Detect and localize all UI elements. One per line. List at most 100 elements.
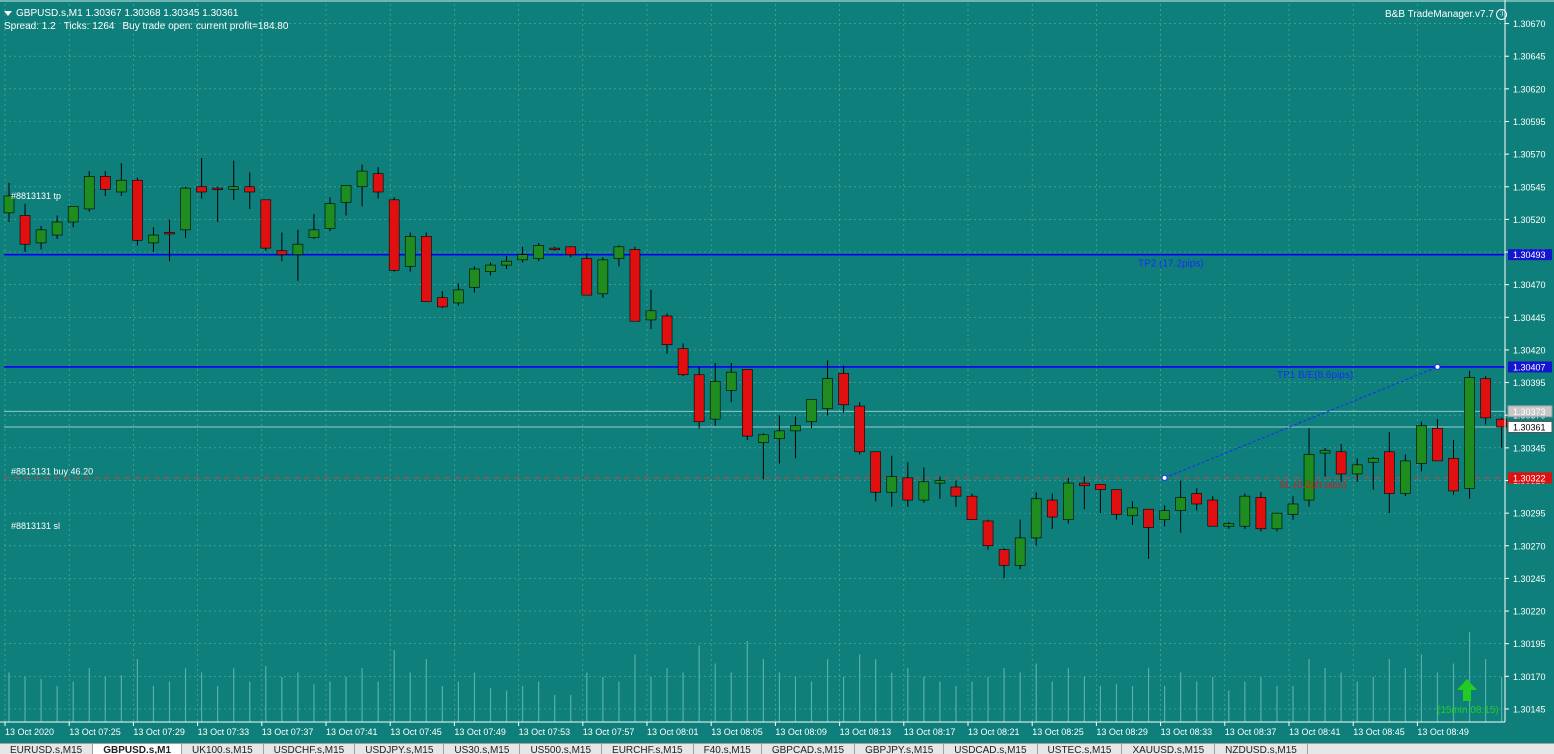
bull-candle-body xyxy=(67,206,79,223)
bull-candle-body xyxy=(645,310,657,321)
bull-candle-body xyxy=(228,186,239,190)
x-tick-label: 13 Oct 08:33 xyxy=(1161,727,1213,737)
candle xyxy=(1127,501,1138,525)
x-tick-label: 13 Oct 07:41 xyxy=(326,727,378,737)
candle xyxy=(1400,454,1411,497)
bull-candle-body xyxy=(292,243,304,255)
y-tick-label: 1.30195 xyxy=(1513,639,1546,649)
x-tick-label: 13 Oct 08:29 xyxy=(1096,727,1148,737)
candle xyxy=(661,313,673,354)
candle xyxy=(132,177,143,246)
candle xyxy=(581,253,593,296)
bull-candle-body xyxy=(774,430,785,440)
candle xyxy=(3,182,15,223)
candle xyxy=(1448,440,1459,495)
candle xyxy=(260,199,272,251)
candle xyxy=(372,167,384,199)
y-tick-label: 1.30520 xyxy=(1513,215,1546,225)
bull-candle-body xyxy=(180,187,191,231)
collapse-triangle-icon[interactable] xyxy=(4,10,12,16)
bull-candle-body xyxy=(340,185,352,203)
candle xyxy=(934,476,946,499)
bear-candle-body xyxy=(420,236,432,302)
bull-candle-body xyxy=(308,229,320,238)
candle xyxy=(998,548,1010,579)
bear-candle-body xyxy=(1448,457,1459,492)
bull-candle-body xyxy=(1319,450,1331,454)
bull-candle-body xyxy=(1416,425,1427,464)
price-chart[interactable]: TP2 (17.2pips) TP1 B/E(8.6pips) SL (0.2pft… xyxy=(0,0,1554,743)
bear-candle-body xyxy=(1335,451,1347,475)
order-lines xyxy=(4,253,1505,479)
candle xyxy=(1432,419,1443,462)
bull-candle-body xyxy=(1030,498,1042,539)
bear-candle-body xyxy=(1432,427,1443,462)
bull-candle-body xyxy=(404,236,416,267)
y-tick-label: 1.30645 xyxy=(1513,52,1546,62)
bear-candle-body xyxy=(1079,482,1090,487)
bull-candle-body xyxy=(116,179,127,193)
bull-candle-body xyxy=(35,229,47,244)
bear-candle-body xyxy=(629,249,641,322)
candle xyxy=(356,164,368,207)
candle xyxy=(565,246,577,258)
candle xyxy=(982,519,994,550)
bull-candle-body xyxy=(1400,460,1411,494)
candle xyxy=(1063,477,1074,524)
candle xyxy=(212,186,223,223)
candle xyxy=(51,215,63,239)
bull-candle-body xyxy=(1303,454,1315,501)
candle xyxy=(501,255,512,270)
bull-candle-body xyxy=(148,234,159,244)
axes: 1.30670 1.30645 1.30620 1.30595 1.30570 1.305… xyxy=(0,0,1554,737)
bull-candle-body xyxy=(1271,512,1283,530)
y-tick-label: 1.30545 xyxy=(1513,182,1546,192)
candle xyxy=(1207,496,1219,527)
sl-label: SL (0.2pft pips) xyxy=(1279,480,1346,491)
bull-candle-body xyxy=(83,176,95,210)
x-tick-label: 13 Oct 08:13 xyxy=(840,727,892,737)
bear-candle-body xyxy=(966,495,978,520)
candle xyxy=(950,480,962,507)
bear-candle-body xyxy=(1207,499,1219,527)
candle xyxy=(19,203,31,253)
bear-candle-body xyxy=(982,520,994,547)
overlay: TP2 (17.2pips) TP1 B/E(8.6pips) SL (0.2pft… xyxy=(11,191,1499,716)
candle xyxy=(485,262,496,276)
bear-candle-body xyxy=(196,186,207,193)
bull-candle-body xyxy=(1127,507,1138,517)
candle xyxy=(1191,488,1202,511)
candle xyxy=(645,289,657,330)
candle xyxy=(469,266,480,293)
x-tick-label: 13 Oct 08:37 xyxy=(1225,727,1277,737)
bull-candle-body xyxy=(1287,503,1299,515)
bear-candle-body xyxy=(372,173,384,193)
y-tick-label: 1.30595 xyxy=(1513,117,1546,127)
candle xyxy=(1319,447,1331,477)
bear-candle-body xyxy=(1255,497,1267,530)
candle xyxy=(533,242,544,262)
chart-area[interactable]: TP2 (17.2pips) TP1 B/E(8.6pips) SL (0.2pft… xyxy=(0,0,1554,743)
x-tick-label: 13 Oct 2020 xyxy=(5,727,54,737)
order-object-label: #8813131 tp xyxy=(11,191,61,201)
candle xyxy=(725,363,737,403)
candle xyxy=(1111,489,1122,520)
bull-candle-body xyxy=(822,378,833,409)
smiley-icon: :) xyxy=(1495,9,1507,20)
bear-candle-body xyxy=(1480,378,1491,419)
x-tick-label: 13 Oct 07:53 xyxy=(519,727,571,737)
bull-candle-body xyxy=(469,268,480,288)
trade-connect-line xyxy=(1164,366,1438,479)
chart-tabs: EURUSD.s,M15 GBPUSD.s,M1 UK100.s,M15 USDCHF… xyxy=(0,743,1554,754)
tp1-label: TP1 B/E(8.6pips) xyxy=(1277,370,1353,381)
bull-candle-body xyxy=(453,289,464,304)
y-tick-label: 1.30620 xyxy=(1513,84,1546,94)
symbol-line: GBPUSD.s,M1 1.30367 1.30368 1.30345 1.30… xyxy=(16,8,239,19)
bull-candle-body xyxy=(597,259,609,295)
bear-candle-body xyxy=(998,549,1010,566)
candle xyxy=(324,197,336,232)
bull-candle-body xyxy=(918,481,930,501)
candle xyxy=(597,257,609,298)
candle xyxy=(1335,443,1347,482)
bull-candle-body xyxy=(517,254,528,261)
